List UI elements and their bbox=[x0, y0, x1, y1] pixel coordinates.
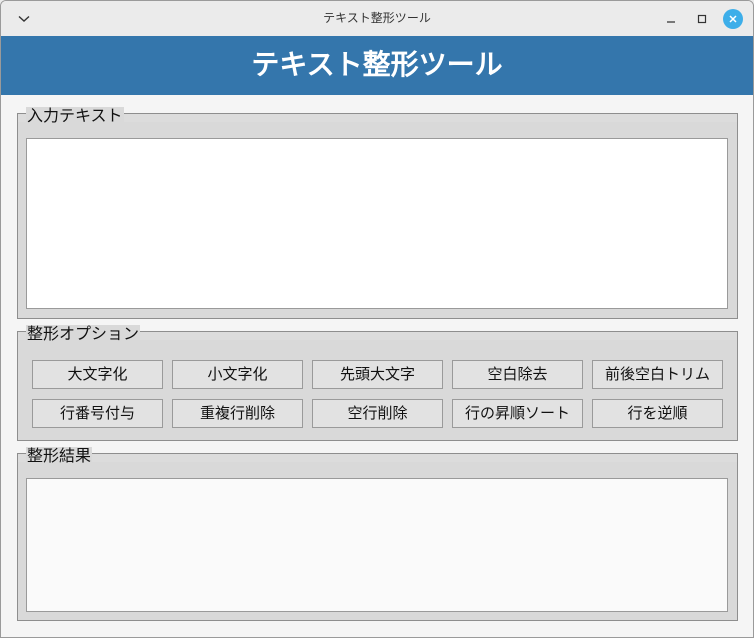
input-textarea[interactable] bbox=[26, 138, 728, 309]
capitalize-button[interactable]: 先頭大文字 bbox=[312, 360, 443, 389]
add-line-numbers-button[interactable]: 行番号付与 bbox=[32, 399, 163, 428]
input-text-legend: 入力テキスト bbox=[26, 106, 124, 125]
remove-whitespace-button[interactable]: 空白除去 bbox=[452, 360, 583, 389]
lowercase-button[interactable]: 小文字化 bbox=[172, 360, 303, 389]
format-result-legend: 整形結果 bbox=[26, 446, 93, 465]
format-result-group: 整形結果 bbox=[17, 447, 738, 621]
format-options-group: 整形オプション 大文字化 小文字化 先頭大文字 空白除去 前後空白トリム 行番号… bbox=[17, 325, 738, 441]
remove-duplicate-lines-button[interactable]: 重複行削除 bbox=[172, 399, 303, 428]
app-window: テキスト整形ツール テキスト整形ツール 入力テキスト 整形オプション 大文字化 … bbox=[0, 0, 754, 638]
uppercase-button[interactable]: 大文字化 bbox=[32, 360, 163, 389]
format-options-legend: 整形オプション bbox=[26, 324, 141, 343]
title-bar: テキスト整形ツール bbox=[1, 1, 753, 36]
app-header: テキスト整形ツール bbox=[1, 36, 753, 95]
result-textarea[interactable] bbox=[26, 478, 728, 612]
window-title: テキスト整形ツール bbox=[323, 11, 431, 25]
input-text-group: 入力テキスト bbox=[17, 107, 738, 319]
remove-empty-lines-button[interactable]: 空行削除 bbox=[312, 399, 443, 428]
chevron-down-icon[interactable] bbox=[15, 10, 33, 28]
reverse-lines-button[interactable]: 行を逆順 bbox=[592, 399, 723, 428]
maximize-icon[interactable] bbox=[692, 9, 712, 29]
minimize-icon[interactable] bbox=[661, 9, 681, 29]
close-icon[interactable] bbox=[723, 9, 743, 29]
trim-button[interactable]: 前後空白トリム bbox=[592, 360, 723, 389]
sort-lines-button[interactable]: 行の昇順ソート bbox=[452, 399, 583, 428]
